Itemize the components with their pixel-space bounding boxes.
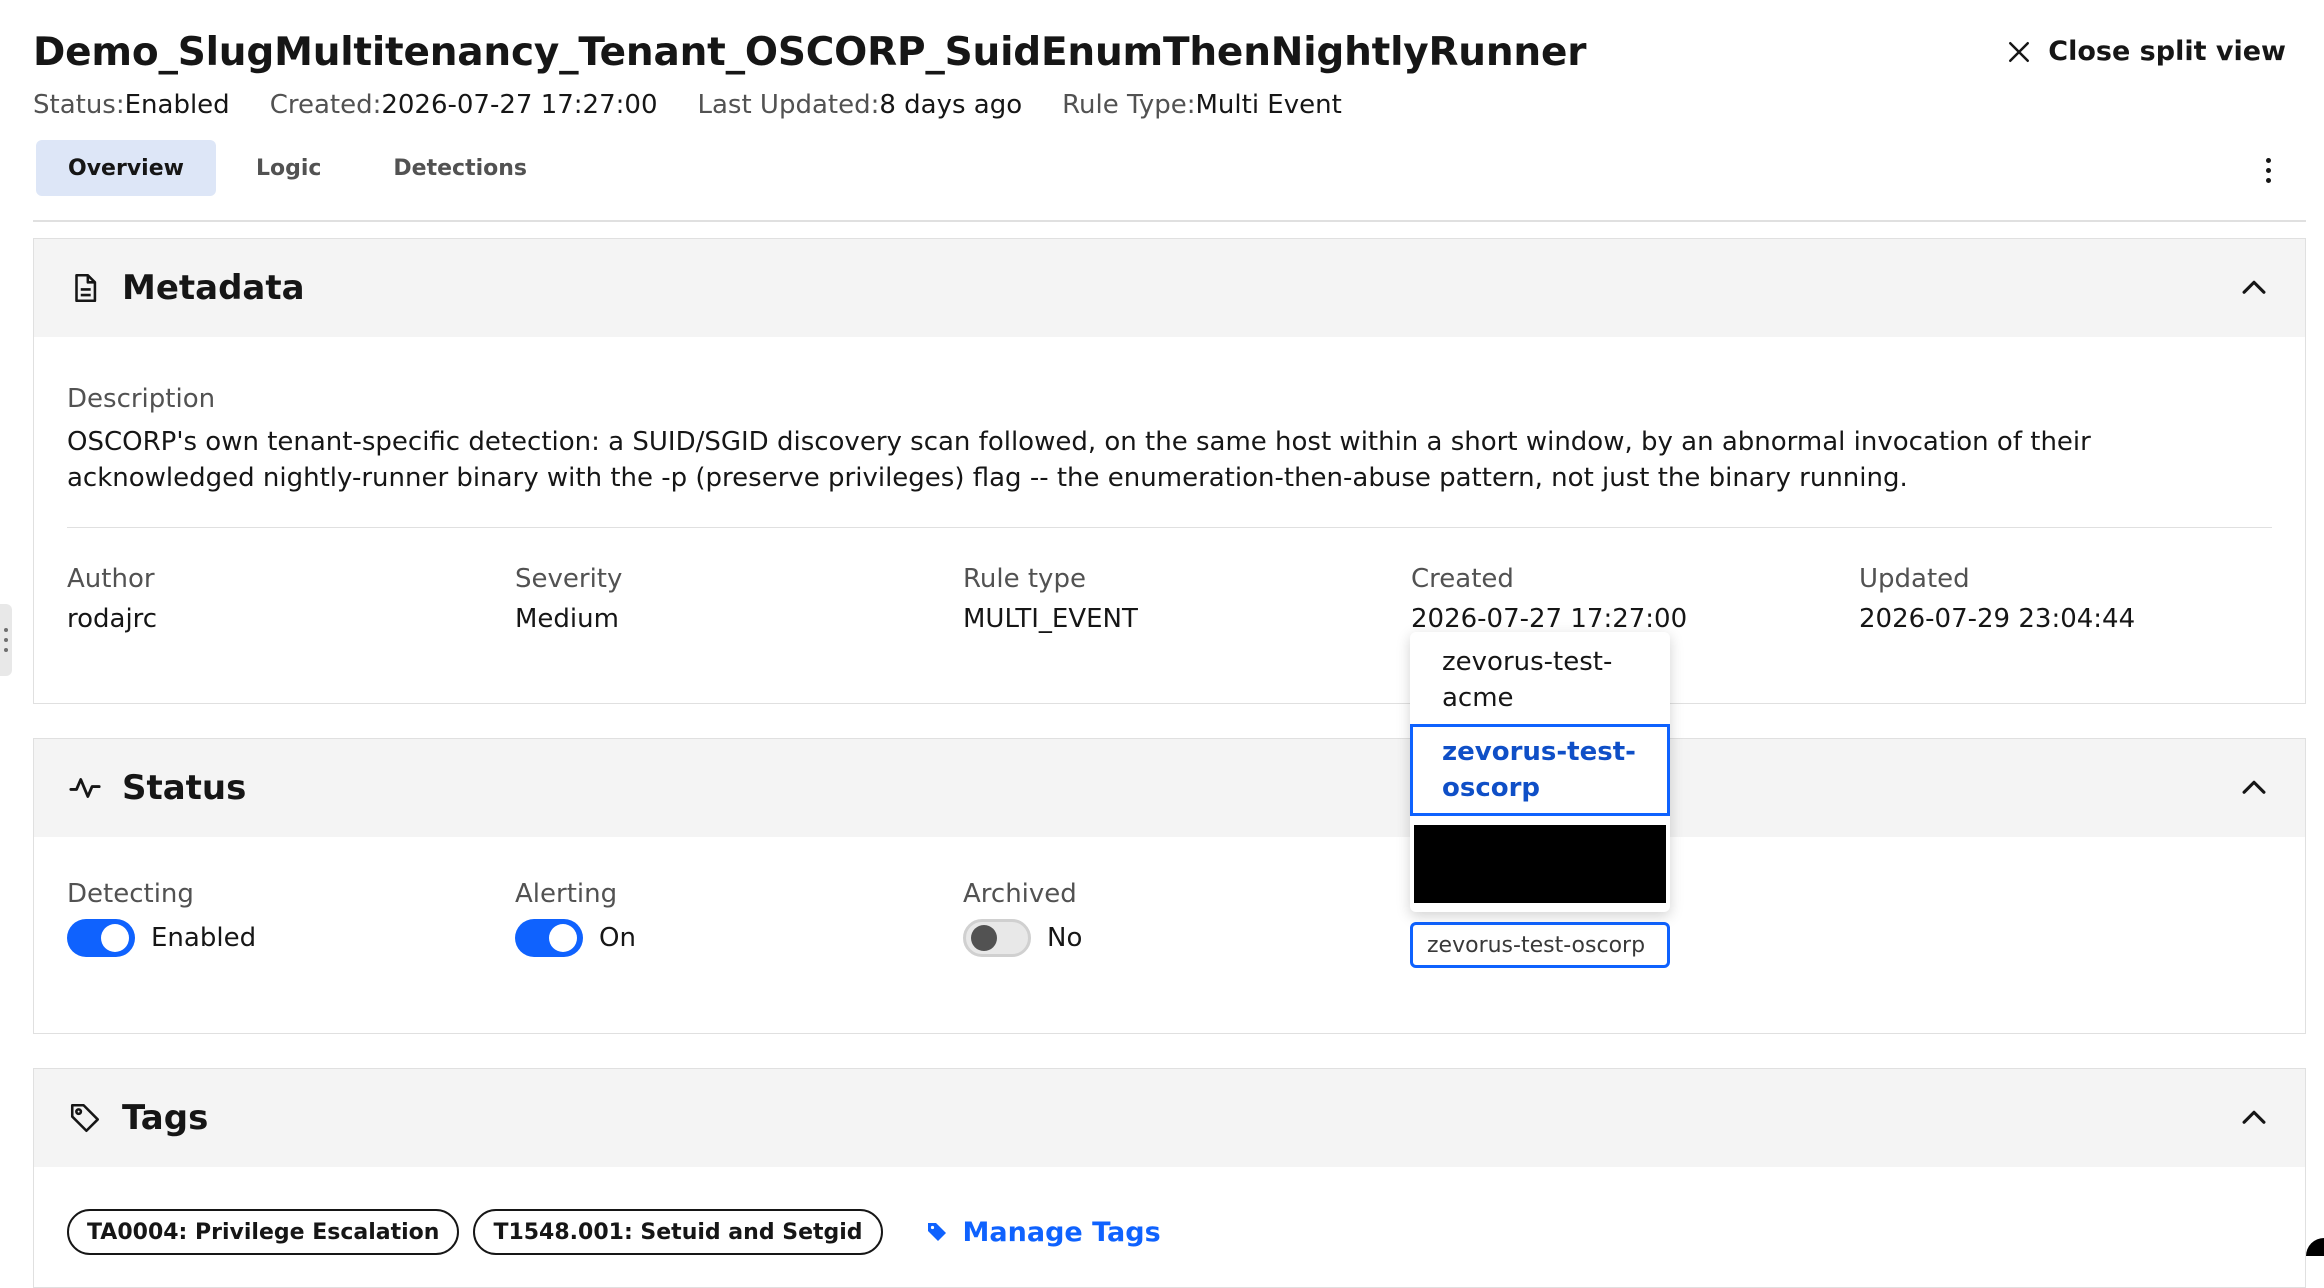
meta-ruletype-key: Rule Type: bbox=[1062, 90, 1196, 120]
archived-toggle[interactable] bbox=[963, 919, 1031, 957]
alerting-field: Alerting On bbox=[515, 879, 636, 957]
description-text: OSCORP's own tenant-specific detection: … bbox=[67, 427, 2091, 493]
tenant-option-acme-line1: zevorus-test- bbox=[1442, 647, 1613, 677]
meta-updated-value: 8 days ago bbox=[879, 90, 1023, 120]
tag-icon bbox=[927, 1223, 946, 1241]
tenant-option-redacted[interactable] bbox=[1414, 825, 1666, 903]
tenant-option-acme-line2: acme bbox=[1442, 683, 1514, 713]
tenant-select[interactable]: zevorus-test-oscorp bbox=[1410, 922, 1670, 968]
tags-card: Tags TA0004: Privilege Escalation T1548.… bbox=[33, 1068, 2306, 1288]
author-value: rodajrc bbox=[67, 604, 158, 634]
meta-created-value: 2026-07-27 17:27:00 bbox=[381, 90, 658, 120]
metadata-card-header[interactable]: Metadata bbox=[34, 239, 2305, 337]
severity-value: Medium bbox=[515, 604, 619, 634]
archived-label: Archived bbox=[963, 879, 1077, 909]
manage-tags-button[interactable]: Manage Tags bbox=[925, 1217, 1161, 1248]
alerting-label: Alerting bbox=[515, 879, 618, 909]
tags-card-header[interactable]: Tags bbox=[34, 1069, 2305, 1167]
updated-label: Updated bbox=[1859, 564, 1970, 594]
updated-field: Updated 2026-07-29 23:04:44 bbox=[1859, 564, 2135, 634]
alerting-toggle[interactable] bbox=[515, 919, 583, 957]
meta-status-key: Status: bbox=[33, 90, 125, 120]
close-icon bbox=[2009, 41, 2030, 62]
overflow-menu-icon[interactable] bbox=[2250, 150, 2286, 190]
tenant-option-oscorp[interactable]: zevorus-test- oscorp bbox=[1410, 724, 1670, 816]
tenant-dropdown-menu: zevorus-test- acme zevorus-test- oscorp bbox=[1410, 632, 1670, 912]
meta-created: Created:2026-07-27 17:27:00 bbox=[270, 90, 658, 120]
metadata-divider bbox=[67, 527, 2272, 528]
detecting-field: Detecting Enabled bbox=[67, 879, 256, 957]
page-title: Demo_SlugMultitenancy_Tenant_OSCORP_Suid… bbox=[33, 30, 1587, 75]
rule-meta-row: Status:Enabled Created:2026-07-27 17:27:… bbox=[33, 90, 1342, 120]
meta-updated: Last Updated:8 days ago bbox=[697, 90, 1022, 120]
updated-value: 2026-07-29 23:04:44 bbox=[1859, 604, 2136, 634]
created-value: 2026-07-27 17:27:00 bbox=[1411, 604, 1688, 634]
metadata-card: Metadata Description OSCORP's own tenant… bbox=[33, 238, 2306, 704]
split-drag-handle[interactable] bbox=[0, 604, 12, 676]
status-card: Status Detecting Enabled Alerting On Arc… bbox=[33, 738, 2306, 1034]
tag-list: TA0004: Privilege Escalation T1548.001: … bbox=[67, 1209, 1161, 1255]
description-label: Description bbox=[67, 384, 216, 414]
tenant-select-value: zevorus-test-oscorp bbox=[1427, 932, 1646, 958]
close-split-view-label: Close split view bbox=[2048, 36, 2286, 67]
chevron-up-icon[interactable] bbox=[2237, 1101, 2271, 1135]
meta-ruletype-value: Multi Event bbox=[1195, 90, 1342, 120]
document-icon bbox=[75, 273, 97, 303]
tenant-option-oscorp-line2: oscorp bbox=[1442, 773, 1541, 803]
meta-status: Status:Enabled bbox=[33, 90, 230, 120]
chevron-up-icon[interactable] bbox=[2237, 771, 2271, 805]
author-label: Author bbox=[67, 564, 155, 594]
created-field: Created 2026-07-27 17:27:00 bbox=[1411, 564, 1687, 634]
tab-bar: Overview Logic Detections bbox=[36, 140, 559, 196]
author-field: Author rodajrc bbox=[67, 564, 157, 634]
manage-tags-label: Manage Tags bbox=[962, 1216, 1161, 1248]
close-split-view-button[interactable]: Close split view bbox=[2004, 36, 2286, 67]
tenant-option-acme[interactable]: zevorus-test- acme bbox=[1410, 634, 1670, 726]
status-card-header[interactable]: Status bbox=[34, 739, 2305, 837]
rule-type-value: MULTI_EVENT bbox=[963, 604, 1138, 634]
detecting-label: Detecting bbox=[67, 879, 194, 909]
tab-logic[interactable]: Logic bbox=[224, 140, 353, 196]
tag-chip[interactable]: TA0004: Privilege Escalation bbox=[67, 1209, 460, 1255]
header-divider bbox=[33, 220, 2306, 222]
detecting-value: Enabled bbox=[151, 923, 257, 953]
detecting-toggle[interactable] bbox=[67, 919, 135, 957]
severity-label: Severity bbox=[515, 564, 623, 594]
status-title: Status bbox=[122, 768, 247, 808]
tab-overview[interactable]: Overview bbox=[36, 140, 216, 196]
meta-status-value: Enabled bbox=[124, 90, 230, 120]
tenant-option-oscorp-line1: zevorus-test- bbox=[1442, 737, 1636, 767]
window-corner bbox=[2306, 1238, 2324, 1256]
metadata-title: Metadata bbox=[122, 268, 305, 308]
archived-field: Archived No bbox=[963, 879, 1082, 957]
meta-ruletype: Rule Type:Multi Event bbox=[1062, 90, 1342, 120]
rule-type-label: Rule type bbox=[963, 564, 1086, 594]
rule-type-field: Rule type MULTI_EVENT bbox=[963, 564, 1138, 634]
tag-icon bbox=[70, 1103, 100, 1133]
chevron-up-icon[interactable] bbox=[2237, 271, 2271, 305]
tab-detections[interactable]: Detections bbox=[361, 140, 559, 196]
meta-updated-key: Last Updated: bbox=[697, 90, 880, 120]
alerting-value: On bbox=[599, 923, 636, 953]
tag-chip[interactable]: T1548.001: Setuid and Setgid bbox=[473, 1209, 883, 1255]
tags-title: Tags bbox=[122, 1098, 209, 1138]
archived-value: No bbox=[1047, 923, 1083, 953]
meta-created-key: Created: bbox=[269, 90, 382, 120]
severity-field: Severity Medium bbox=[515, 564, 622, 634]
created-label: Created bbox=[1411, 564, 1514, 594]
activity-icon bbox=[69, 778, 101, 798]
